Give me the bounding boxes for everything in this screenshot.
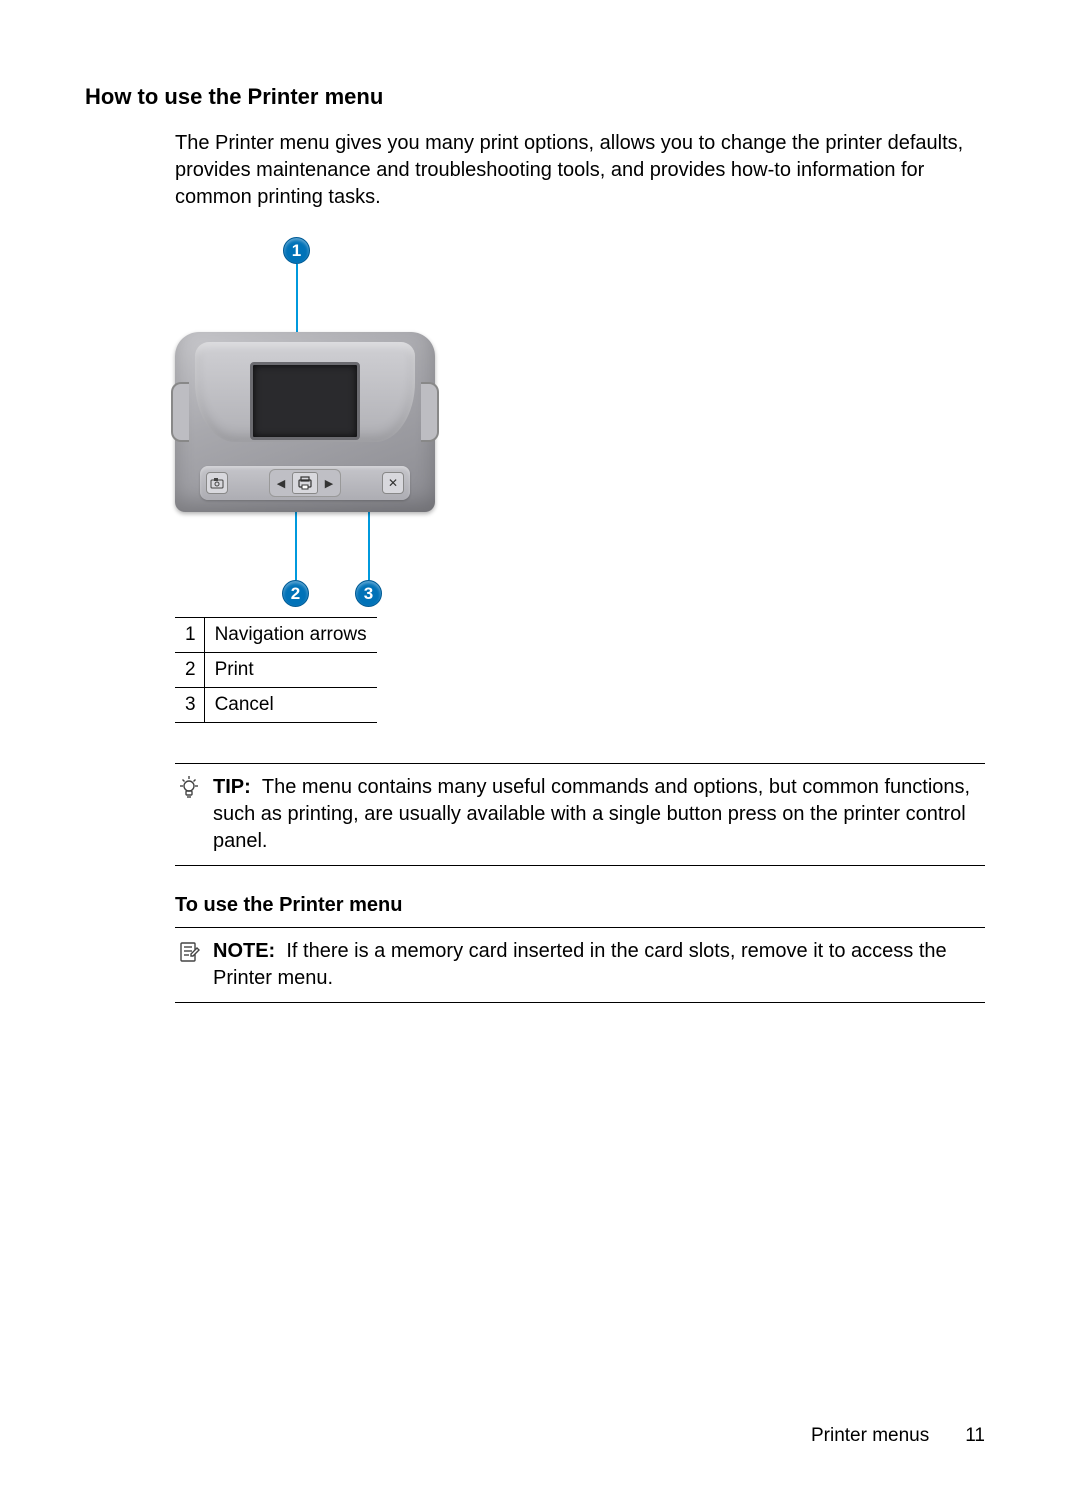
note-text: NOTE: If there is a memory card inserted… [175,938,985,992]
tip-body: The menu contains many useful commands a… [213,776,970,852]
note-icon [175,938,203,966]
note-label: NOTE: [213,940,275,962]
print-button-icon [292,472,318,494]
footer-page-number: 11 [965,1425,985,1447]
callout-badge-3: 3 [355,580,382,607]
tip-icon [175,774,203,802]
legend-num: 3 [175,688,204,723]
left-arrow-icon: ◀ [272,473,290,493]
callout-badge-2: 2 [282,580,309,607]
legend-table: 1 Navigation arrows 2 Print 3 Cancel [175,617,377,723]
tip-text: TIP: The menu contains many useful comma… [175,774,985,855]
printer-body: ◀ ▶ ✕ [175,332,435,512]
legend-label: Navigation arrows [204,618,377,653]
subheading: To use the Printer menu [175,894,985,917]
navigation-cluster: ◀ ▶ [269,469,341,497]
tip-label: TIP: [213,776,251,798]
printer-diagram: 1 2 3 ◀ ▶ ✕ [175,237,435,607]
control-bar: ◀ ▶ ✕ [200,466,410,500]
table-row: 1 Navigation arrows [175,618,377,653]
note-body: If there is a memory card inserted in th… [213,940,947,989]
printer-handle-left [171,382,189,442]
note-box: NOTE: If there is a memory card inserted… [175,927,985,1003]
page-footer: Printer menus 11 [811,1425,985,1447]
cancel-button-icon: ✕ [382,472,404,494]
printer-handle-right [421,382,439,442]
legend-label: Print [204,653,377,688]
callout-badge-1: 1 [283,237,310,264]
section-heading: How to use the Printer menu [85,84,985,110]
table-row: 2 Print [175,653,377,688]
tip-box: TIP: The menu contains many useful comma… [175,763,985,866]
printer-screen [250,362,360,440]
legend-label: Cancel [204,688,377,723]
photo-button-icon [206,472,228,494]
right-arrow-icon: ▶ [320,473,338,493]
intro-paragraph: The Printer menu gives you many print op… [175,130,985,211]
table-row: 3 Cancel [175,688,377,723]
legend-num: 2 [175,653,204,688]
footer-section: Printer menus [811,1425,929,1447]
printer-lid [195,342,415,442]
legend-num: 1 [175,618,204,653]
